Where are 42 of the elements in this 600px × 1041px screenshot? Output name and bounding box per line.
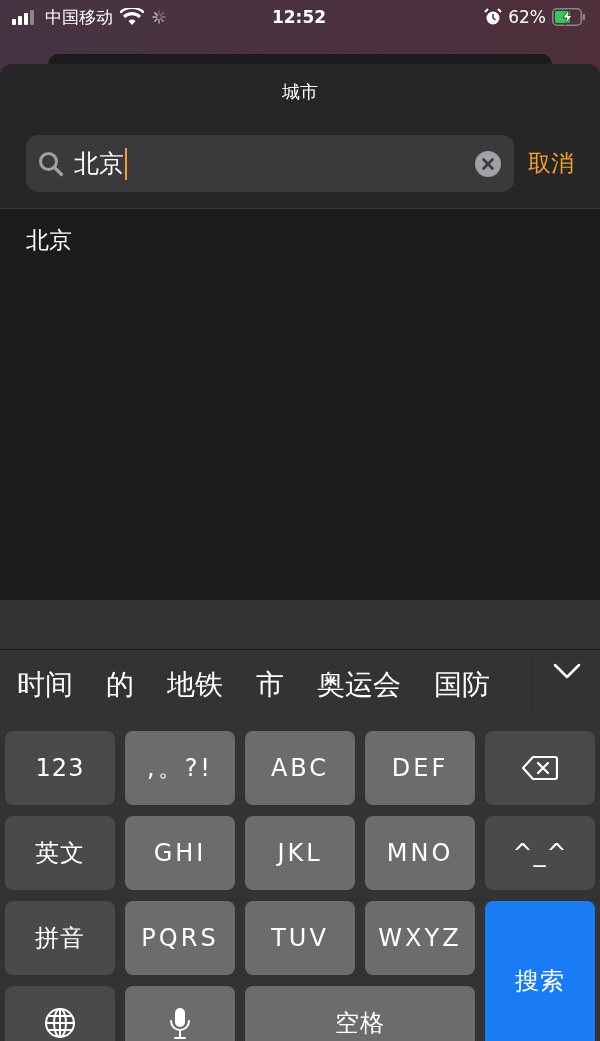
candidate-word[interactable]: 国防 <box>434 666 490 704</box>
space-key[interactable]: 空格 <box>245 986 475 1041</box>
backspace-icon <box>522 755 558 781</box>
function-key[interactable]: 123 <box>5 731 115 805</box>
search-field[interactable]: 北京 <box>26 135 514 192</box>
wifi-icon <box>120 8 144 26</box>
globe-icon <box>44 1007 76 1039</box>
candidate-word[interactable]: 地铁 <box>167 666 223 704</box>
candidate-word[interactable]: 市 <box>256 666 284 704</box>
letter-key[interactable]: PQRS <box>125 901 235 975</box>
function-key[interactable]: 英文 <box>5 816 115 890</box>
carrier-name: 中国移动 <box>45 5 113 29</box>
clear-icon[interactable] <box>474 149 502 178</box>
letter-key[interactable]: GHI <box>125 816 235 890</box>
alarm-clock-icon <box>484 8 503 26</box>
search-icon <box>38 150 64 177</box>
battery-percentage: 62% <box>508 7 546 27</box>
cancel-button[interactable]: 取消 <box>528 148 574 179</box>
candidate-word[interactable]: 的 <box>106 666 134 704</box>
candidate-word[interactable]: 奥运会 <box>317 666 401 704</box>
function-key[interactable]: ^_^ <box>485 816 595 890</box>
letter-key[interactable]: ABC <box>245 731 355 805</box>
text-cursor <box>125 147 127 180</box>
globe-key[interactable] <box>5 986 115 1041</box>
microphone-key[interactable] <box>125 986 235 1041</box>
letter-key[interactable]: TUV <box>245 901 355 975</box>
letter-key[interactable]: DEF <box>365 731 475 805</box>
microphone-icon <box>169 1007 191 1039</box>
letter-key[interactable]: ,。?! <box>125 731 235 805</box>
letter-key[interactable]: JKL <box>245 816 355 890</box>
clock-time: 12:52 <box>271 7 327 27</box>
search-text: 北京 <box>74 148 124 180</box>
search-key[interactable]: 搜索 <box>485 901 595 1041</box>
candidate-word[interactable]: 时间 <box>17 666 73 704</box>
function-key[interactable]: 拼音 <box>5 901 115 975</box>
letter-key[interactable]: WXYZ <box>365 901 475 975</box>
backspace-key[interactable] <box>485 731 595 805</box>
loading-spinner-icon <box>151 9 167 25</box>
chevron-down-icon[interactable] <box>552 663 581 679</box>
letter-key[interactable]: MNO <box>365 816 475 890</box>
sheet-title: 城市 <box>282 80 318 104</box>
city-result[interactable]: 北京 <box>0 209 600 272</box>
